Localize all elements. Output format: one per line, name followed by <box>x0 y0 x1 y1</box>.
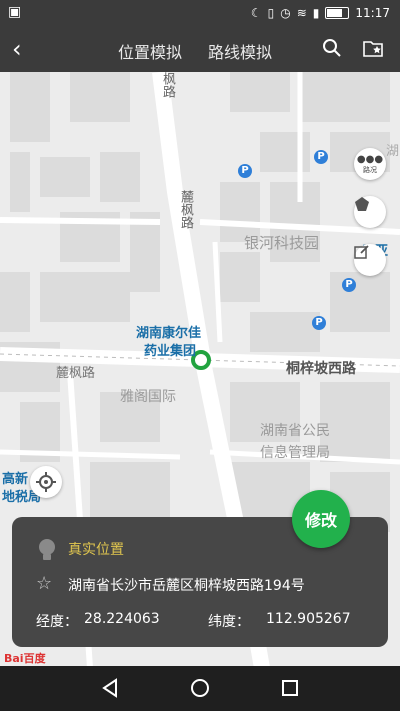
latitude-value: 112.905267 <box>266 611 351 627</box>
status-icons: ☾ ▯ ◷ ≋ ▮ 11:17 <box>251 6 390 20</box>
locate-me-button[interactable] <box>30 466 62 498</box>
modify-button[interactable]: 修改 <box>292 490 350 548</box>
poi-label-yaoye-jituan[interactable]: 药业集团 <box>144 340 196 359</box>
vibrate-icon: ▯ <box>267 6 275 20</box>
parking-icon: P <box>312 316 326 330</box>
image-icon: ▣ <box>8 4 22 20</box>
recent-square-icon[interactable] <box>280 678 300 698</box>
card-title: 真实位置 <box>68 542 124 558</box>
lightbulb-icon <box>39 539 55 560</box>
address-text: 湖南省长沙市岳麓区桐梓坡西路194号 <box>68 578 305 594</box>
signal-icon: ▮ <box>312 6 320 20</box>
longitude-label: 经度： <box>36 614 78 630</box>
edit-button[interactable] <box>354 244 386 276</box>
poi-label-gongmin-1: 湖南省公民 <box>260 423 330 439</box>
poi-label-yage: 雅阁国际 <box>120 389 176 405</box>
alarm-icon: ◷ <box>280 6 291 20</box>
system-nav-bar <box>0 666 400 711</box>
road-label-lufeng-vertical: 麓枫路 <box>178 190 193 229</box>
traffic-label: 路况 <box>363 165 377 174</box>
edit-icon <box>354 245 369 259</box>
star-folder-icon[interactable] <box>362 37 384 59</box>
longitude-value: 28.224063 <box>84 611 160 627</box>
home-circle-icon[interactable] <box>190 678 210 698</box>
baidu-logo: Bai百度 <box>4 652 46 665</box>
tab-route-simulation[interactable]: 路线模拟 <box>208 39 272 63</box>
pentagon-button[interactable] <box>354 196 386 228</box>
poi-label-hunan-kangerjia[interactable]: 湖南康尔佳 <box>136 322 201 341</box>
latitude-label: 纬度： <box>208 614 250 630</box>
status-time: 11:17 <box>355 6 390 20</box>
road-label-lufeng-top: 枫路 <box>160 72 175 98</box>
parking-icon: P <box>342 278 356 292</box>
parking-icon: P <box>238 164 252 178</box>
moon-icon: ☾ <box>250 6 262 20</box>
search-icon[interactable] <box>322 38 342 58</box>
tab-location-simulation[interactable]: 位置模拟 <box>118 39 182 63</box>
crosshair-icon <box>36 472 56 492</box>
wifi-icon: ≋ <box>296 6 307 20</box>
road-label-lufeng-lu: 麓枫路 <box>56 366 96 381</box>
parking-icon: P <box>314 150 328 164</box>
top-bar: ‹ 位置模拟 路线模拟 <box>0 28 400 72</box>
poi-label-yinhe: 银河科技园 <box>244 234 320 252</box>
poi-label-gongmin-2: 信息管理局 <box>260 445 330 461</box>
poi-label-gaoxin-1[interactable]: 高新 <box>2 468 28 487</box>
poi-label-hu-edge: 湖 <box>386 144 400 159</box>
traffic-icon: ●●● <box>356 153 384 165</box>
star-outline-icon[interactable]: ☆ <box>36 573 52 594</box>
back-triangle-icon[interactable] <box>100 678 120 698</box>
battery-icon <box>325 7 350 19</box>
status-bar: ▣ ☾ ▯ ◷ ≋ ▮ 11:17 <box>0 0 400 28</box>
back-arrow-icon[interactable]: ‹ <box>12 35 22 63</box>
road-label-tongzipo-xilu: 桐梓坡西路 <box>286 361 356 377</box>
pentagon-icon <box>355 197 369 211</box>
traffic-toggle-button[interactable]: ●●● 路况 <box>354 148 386 180</box>
